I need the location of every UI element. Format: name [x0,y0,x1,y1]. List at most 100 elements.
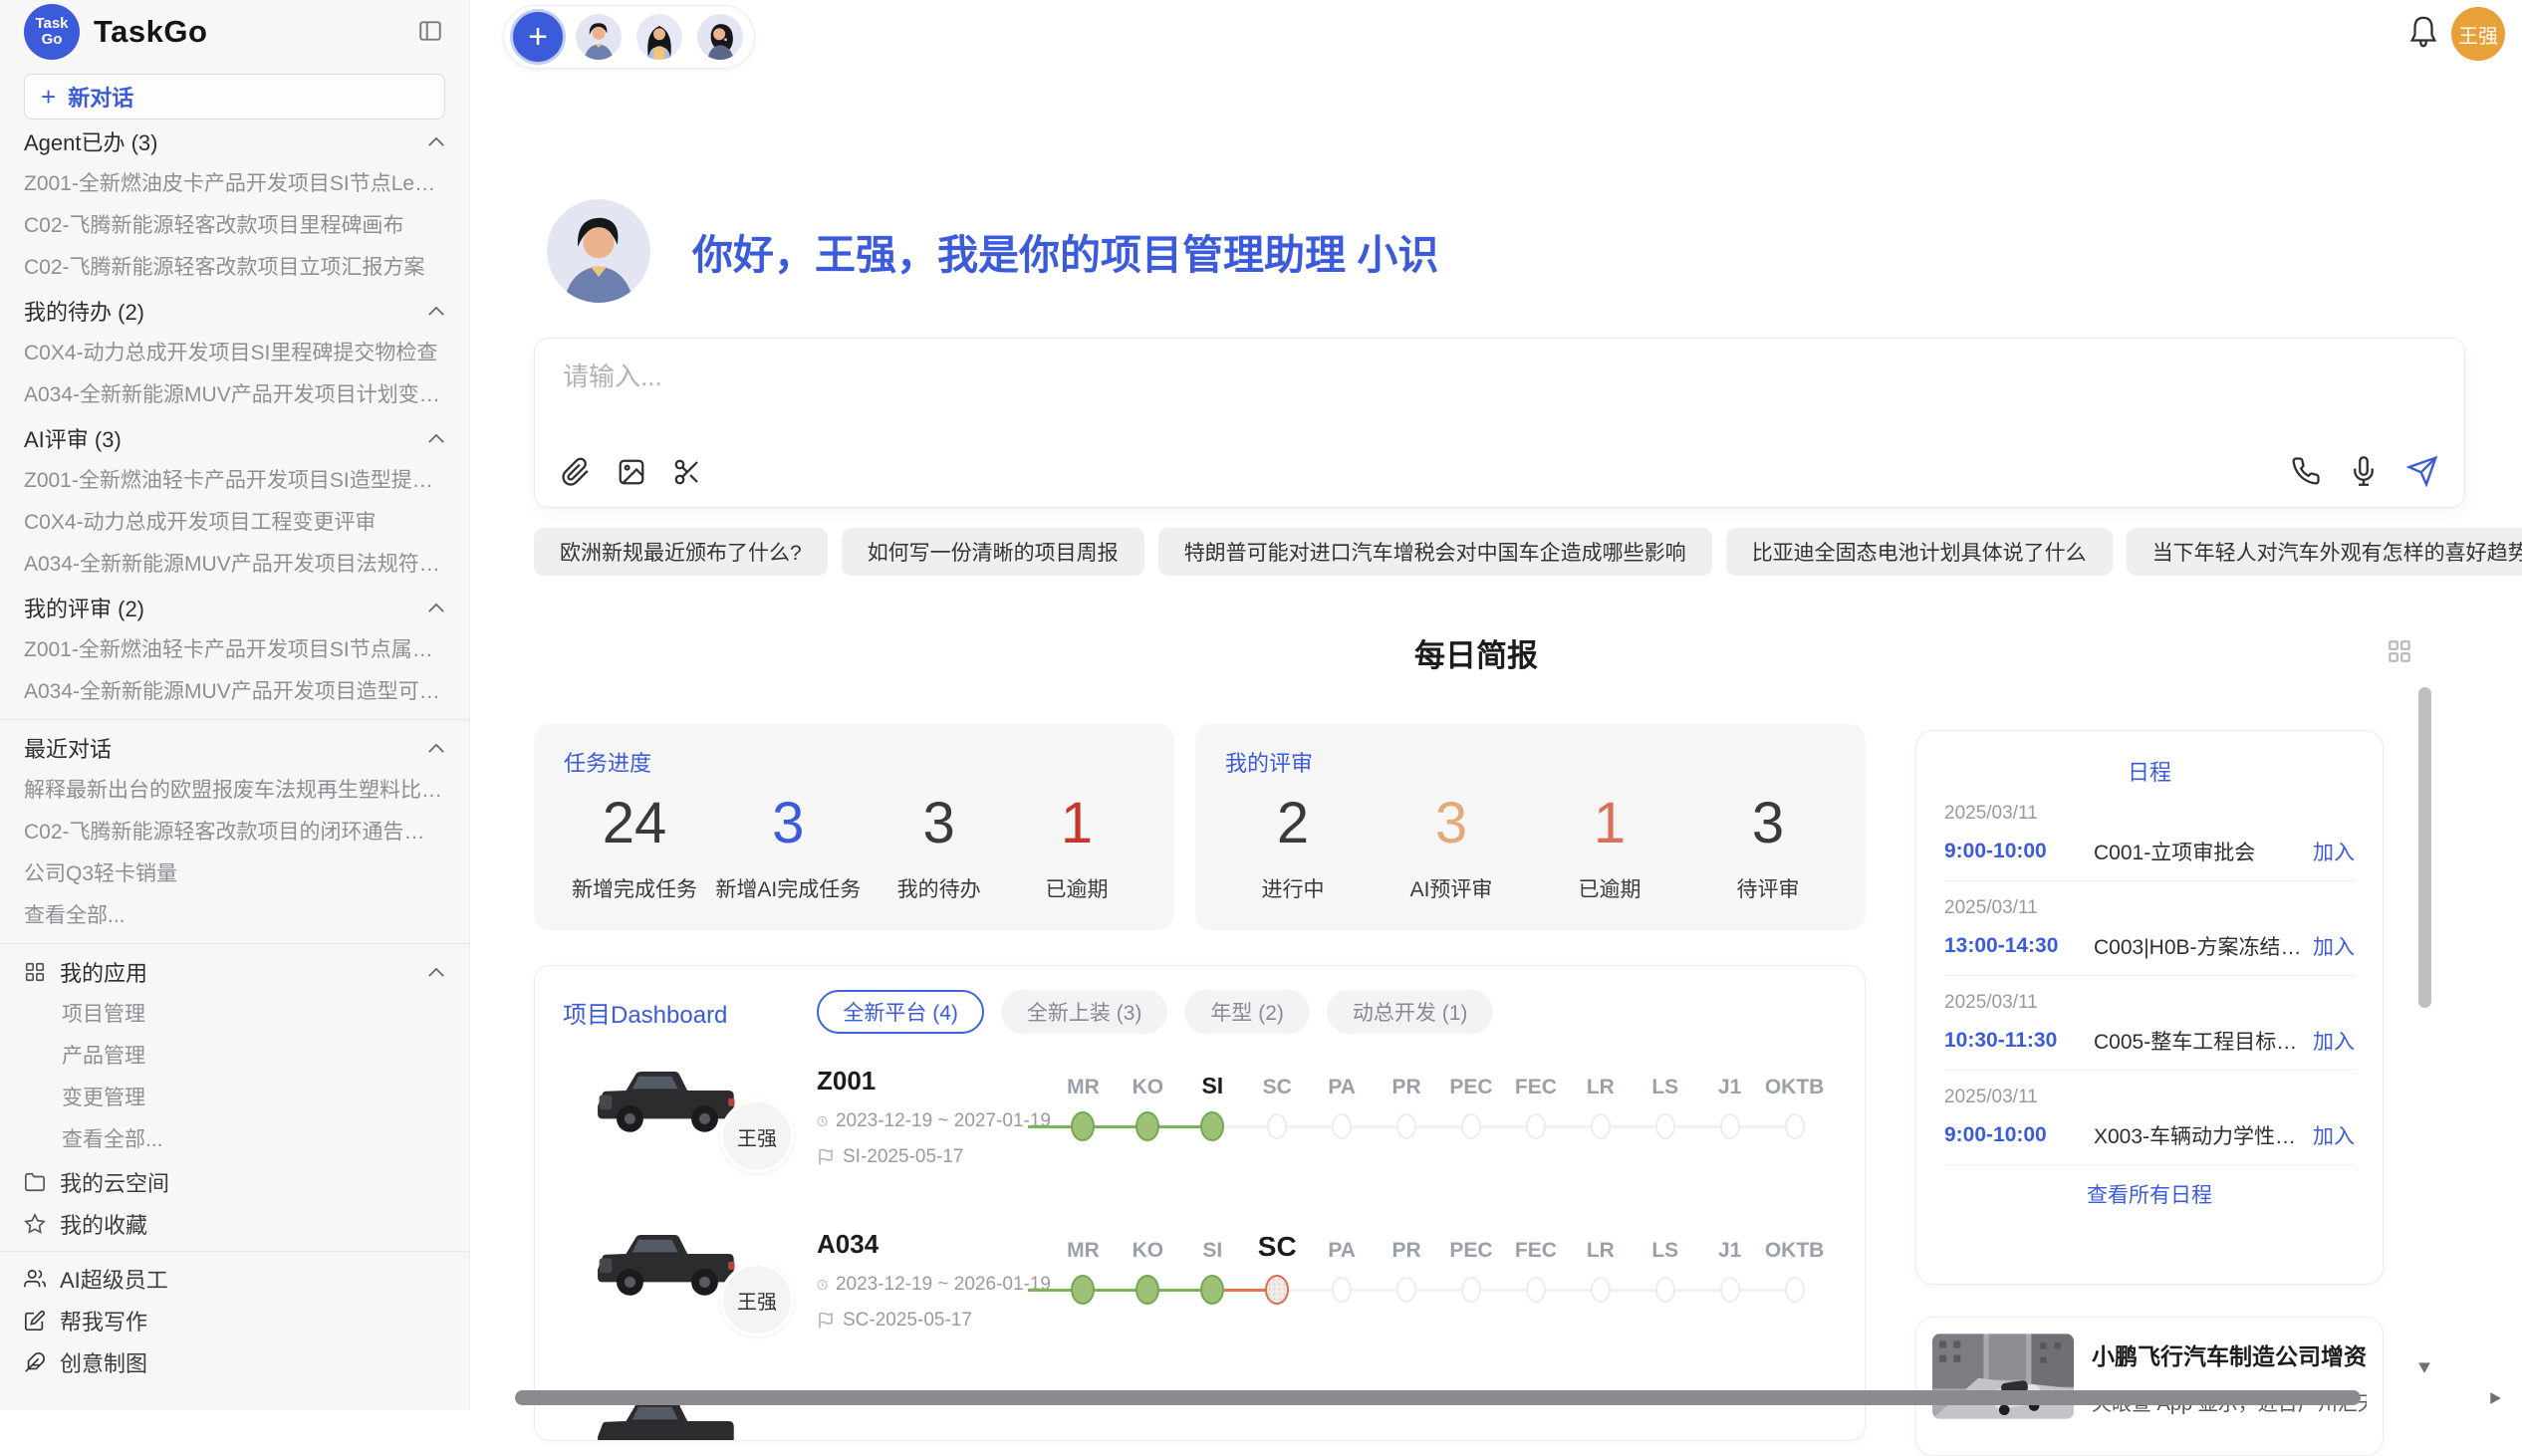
milestone-track: MR KO SI SC PA PR PEC FEC LR LS J1 OKTB [1051,1066,1837,1141]
app-logo: Task Go [24,4,80,60]
vertical-scrollbar[interactable] [2418,687,2431,1008]
sidebar-item-ai-employee[interactable]: AI超级员工 [24,1258,445,1300]
list-item[interactable]: C02-飞腾新能源轻客改款项目里程碑画布 [24,205,445,247]
news-image [1932,1334,2074,1419]
section-ai-review[interactable]: AI评审 (3) [24,416,445,460]
list-item[interactable]: C02-飞腾新能源轻客改款项目的闭环通告反馈情况 [24,812,445,853]
list-item[interactable]: C0X4-动力总成开发项目SI里程碑提交物检查 [24,333,445,374]
list-item[interactable]: A034-全新新能源MUV产品开发项目法规符合性评审 [24,544,445,586]
project-code: Z001 [817,1066,1051,1096]
sidebar-item-project-mgmt[interactable]: 项目管理 [24,994,445,1036]
milestone: OKTB [1762,1229,1827,1305]
list-item[interactable]: C0X4-动力总成开发项目工程变更评审 [24,502,445,544]
suggestion-chip[interactable]: 特朗普可能对进口汽车增税会对中国车企造成哪些影响 [1158,528,1712,576]
phone-icon[interactable] [2291,456,2321,486]
stat-new-done: 24新增完成任务 [572,788,697,903]
list-item[interactable]: 公司Q3轻卡销量 [24,853,445,895]
list-item[interactable]: A034-全新新能源MUV产品开发项目计划变更表编写 [24,374,445,416]
list-item[interactable]: 解释最新出台的欧盟报废车法规再生塑料比例被调至15%... [24,770,445,812]
sidebar-item-change-mgmt[interactable]: 变更管理 [24,1078,445,1119]
section-my-apps[interactable]: 我的应用 [24,950,445,994]
project-info: Z001 2023-12-19 ~ 2027-01-19 SI-2025-05-… [817,1048,1051,1168]
chat-input[interactable] [561,361,1959,393]
schedule-title: 日程 [1944,755,2355,787]
plus-icon: + [41,86,56,108]
sidebar-collapse-icon[interactable] [417,18,443,44]
layout-grid-icon[interactable] [2387,638,2412,664]
chevron-up-icon [427,743,445,754]
grid-icon [24,961,46,983]
milestone: KO [1116,1229,1180,1305]
new-chat-button[interactable]: + 新对话 [24,74,445,120]
member-avatar[interactable] [634,12,684,62]
section-my-review[interactable]: 我的评审 (2) [24,586,445,629]
sidebar-item-creative-draw[interactable]: 创意制图 [24,1341,445,1383]
tab-powertrain[interactable]: 动总开发 (1) [1327,990,1494,1034]
stat-ai-prereview: 3AI预评审 [1391,788,1511,903]
list-item[interactable]: Z001-全新燃油轻卡产品开发项目SI造型提交物评审 [24,460,445,502]
card-title: 我的评审 [1225,746,1836,778]
composer-left-tools [561,457,702,487]
image-icon[interactable] [617,457,646,487]
join-link[interactable]: 加入 [2313,1026,2355,1056]
list-item[interactable]: Z001-全新燃油皮卡产品开发项目SI节点Lesson Learn报告 [24,163,445,205]
sidebar-item-cloud-space[interactable]: 我的云空间 [24,1161,445,1203]
project-row[interactable]: 王强 A034 2023-12-19 ~ 2026-01-19 SC-2025-… [563,1211,1837,1360]
event-date: 2025/03/11 [1944,803,2355,825]
sidebar-item-help-write[interactable]: 帮我写作 [24,1300,445,1341]
suggestion-chips: 欧洲新规最近颁布了什么? 如何写一份清晰的项目周报 特朗普可能对进口汽车增税会对… [534,528,2522,576]
tab-new-body[interactable]: 全新上装 (3) [1001,990,1168,1034]
suggestion-chip[interactable]: 欧洲新规最近颁布了什么? [534,528,828,576]
list-item[interactable]: C02-飞腾新能源轻客改款项目立项汇报方案 [24,247,445,289]
add-member-button[interactable]: + [513,12,563,62]
sidebar-item-favorites[interactable]: 我的收藏 [24,1203,445,1245]
suggestion-chip[interactable]: 如何写一份清晰的项目周报 [842,528,1144,576]
tab-model-year[interactable]: 年型 (2) [1184,990,1310,1034]
section-recent-chats[interactable]: 最近对话 [24,726,445,770]
view-all-schedule-link[interactable]: 查看所有日程 [1944,1179,2355,1209]
news-card[interactable]: 小鹏飞行汽车制造公司增资 天眼查 App 显示，近日广州汇天飞行汽... [1915,1317,2384,1456]
sidebar-item-product-mgmt[interactable]: 产品管理 [24,1036,445,1078]
join-link[interactable]: 加入 [2313,837,2355,866]
project-row[interactable]: 王强 Z001 2023-12-19 ~ 2027-01-19 SI-2025-… [563,1048,1837,1197]
milestone: FEC [1503,1066,1568,1141]
member-avatar[interactable] [695,12,745,62]
stat-new-ai-done: 3新增AI完成任务 [715,788,861,903]
join-link[interactable]: 加入 [2313,931,2355,961]
milestone: PA [1310,1229,1375,1305]
greeting-text: 你好，王强，我是你的项目管理助理 小识 [692,221,1438,281]
milestone-track: MR KO SI SC PA PR PEC FEC LR LS J1 OKTB [1051,1229,1837,1305]
milestone: PA [1310,1066,1375,1141]
join-link[interactable]: 加入 [2313,1120,2355,1150]
user-avatar[interactable]: 王强 [2451,7,2505,61]
section-my-todo[interactable]: 我的待办 (2) [24,289,445,333]
mic-icon[interactable] [2349,456,2379,486]
horizontal-scrollbar[interactable] [515,1390,2361,1405]
project-flag: SI-2025-05-17 [843,1146,963,1168]
view-all-chats[interactable]: 查看全部... [24,895,445,937]
section-agent-done[interactable]: Agent已办 (3) [24,120,445,163]
stat-overdue: 1已逾期 [1017,788,1136,903]
schedule-event: 2025/03/11 9:00-10:00 C001-立项审批会 加入 [1944,787,2355,881]
scissors-icon[interactable] [672,457,702,487]
suggestion-chip[interactable]: 比亚迪全固态电池计划具体说了什么 [1726,528,2113,576]
milestone-current: SI [1180,1066,1245,1141]
list-item[interactable]: Z001-全新燃油轻卡产品开发项目SI节点属性5D文件评审 [24,629,445,671]
event-title: C001-立项审批会 [2094,837,2313,866]
member-avatar[interactable] [574,12,624,62]
bell-icon[interactable] [2406,13,2440,51]
list-item[interactable]: A034-全新新能源MUV产品开发项目造型可行性评审 [24,671,445,713]
sidebar-header: Task Go TaskGo [24,0,445,64]
send-icon[interactable] [2406,455,2438,487]
tab-new-platform[interactable]: 全新平台 (4) [817,990,984,1034]
event-time: 10:30-11:30 [1944,1029,2094,1053]
suggestion-chip[interactable]: 当下年轻人对汽车外观有怎样的喜好趋势 [2127,528,2522,576]
main-area: + 王强 你好，王强，我是你的项目管理助理 小识 [470,0,2522,1410]
divider [0,1251,469,1252]
view-all-apps[interactable]: 查看全部... [24,1119,445,1161]
scroll-down-arrow-icon[interactable] [2416,1360,2432,1374]
scroll-right-arrow-icon[interactable] [2488,1391,2502,1405]
project-info: A034 2023-12-19 ~ 2026-01-19 SC-2025-05-… [817,1211,1051,1332]
chevron-up-icon [427,306,445,317]
paperclip-icon[interactable] [561,457,591,487]
